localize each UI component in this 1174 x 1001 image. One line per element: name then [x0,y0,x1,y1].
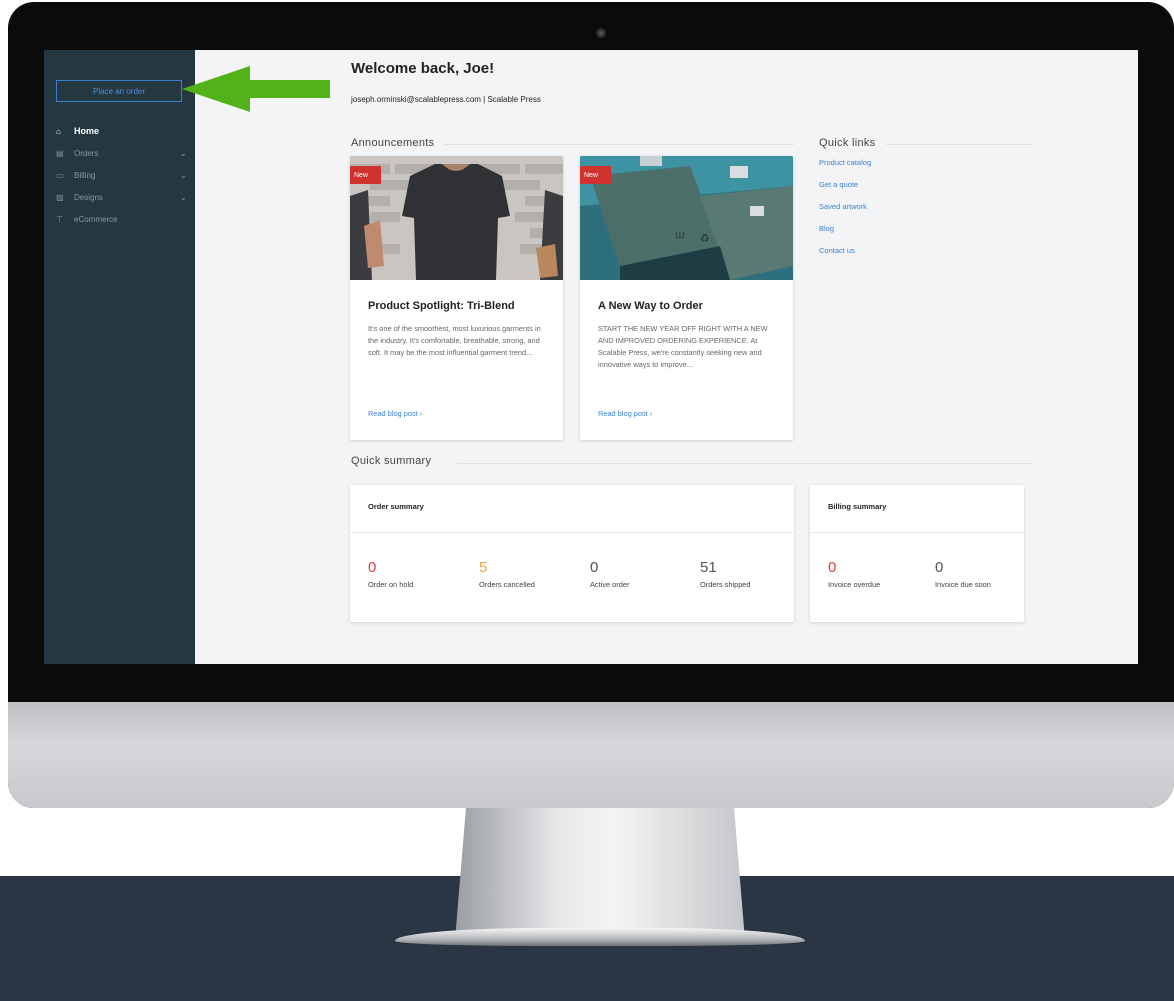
stat-invoice-due-soon[interactable]: 0 Invoice due soon [935,559,991,589]
billing-summary-card: Billing summary 0 Invoice overdue 0 Invo… [810,485,1024,622]
quick-link-product-catalog[interactable]: Product catalog [819,158,1019,180]
section-divider [457,463,1033,464]
quick-links-list: Product catalog Get a quote Saved artwor… [819,158,1019,268]
stat-label: Order on hold [368,580,414,589]
announcement-card[interactable]: New Product Spotlight: Tri-Blend It's on… [350,156,563,440]
card-title: Product Spotlight: Tri-Blend [368,300,515,312]
order-summary-heading: Order summary [368,502,424,511]
sidebar: Place an order ⌂ Home ▤ Orders ⌄ ▭ Billi… [44,50,195,664]
cart-icon: ⊤ [56,214,63,224]
card-excerpt: START THE NEW YEAR OFF RIGHT WITH A NEW … [598,324,768,369]
announcement-card[interactable]: ♻ Ш New A New Way to Order START THE NEW… [580,156,793,440]
stat-value: 0 [935,559,944,576]
place-order-button[interactable]: Place an order [56,80,182,102]
quick-link-blog[interactable]: Blog [819,224,1019,246]
account-line: joseph.orminski@scalablepress.com | Scal… [351,95,541,104]
sidebar-item-home[interactable]: ⌂ Home [56,120,190,142]
stat-value: 0 [368,559,377,576]
stat-orders-cancelled[interactable]: 5 Orders cancelled [479,559,535,589]
read-blog-link[interactable]: Read blog post › [598,409,652,418]
announcements-heading: Announcements [351,137,435,149]
screen: Place an order ⌂ Home ▤ Orders ⌄ ▭ Billi… [44,50,1138,664]
sidebar-item-ecommerce[interactable]: ⊤ eCommerce [56,208,190,230]
stat-value: 51 [700,559,717,576]
stat-label: Orders shipped [700,580,751,589]
stat-active-order[interactable]: 0 Active order [590,559,629,589]
stat-value: 0 [590,559,599,576]
order-summary-card: Order summary 0 Order on hold 5 Orders c… [350,485,794,622]
card-excerpt: It's one of the smoothest, most luxuriou… [368,324,541,357]
sidebar-item-designs[interactable]: ▨ Designs ⌄ [56,186,190,208]
new-badge: New [580,166,611,184]
stat-label: Active order [590,580,630,589]
monitor-stand [455,800,745,940]
section-divider [886,144,1033,145]
card-divider [350,532,794,533]
home-icon: ⌂ [56,126,61,136]
stat-value: 5 [479,559,488,576]
monitor: Place an order ⌂ Home ▤ Orders ⌄ ▭ Billi… [8,2,1174,808]
quick-link-contact[interactable]: Contact us [819,246,1019,268]
chevron-down-icon[interactable]: ⌄ [180,193,190,202]
sidebar-item-label: Billing [74,170,96,180]
stat-invoice-overdue[interactable]: 0 Invoice overdue [828,559,880,589]
stat-orders-shipped[interactable]: 51 Orders shipped [700,559,751,589]
monitor-chin [8,702,1174,808]
sidebar-item-label: Home [74,126,100,136]
stat-order-on-hold[interactable]: 0 Order on hold [368,559,413,589]
sidebar-nav: ⌂ Home ▤ Orders ⌄ ▭ Billing ⌄ ▨ Designs … [56,120,190,230]
quick-link-get-quote[interactable]: Get a quote [819,180,1019,202]
sidebar-item-label: eCommerce [74,214,118,224]
stat-label: Invoice overdue [828,580,881,589]
svg-text:Ш: Ш [675,231,685,241]
quick-link-saved-artwork[interactable]: Saved artwork [819,202,1019,224]
stat-value: 0 [828,559,837,576]
sidebar-item-label: Designs [74,192,103,202]
orders-icon: ▤ [56,148,64,158]
sidebar-item-billing[interactable]: ▭ Billing ⌄ [56,164,190,186]
designs-icon: ▨ [56,192,64,202]
billing-summary-heading: Billing summary [828,502,887,511]
boxes-photo: ♻ Ш [580,156,793,280]
quick-links-heading: Quick links [819,137,876,149]
chevron-down-icon[interactable]: ⌄ [180,149,190,158]
stat-label: Orders cancelled [479,580,535,589]
card-title: A New Way to Order [598,300,703,312]
section-divider [444,144,794,145]
camera-icon [596,28,606,38]
new-badge: New [350,166,381,184]
svg-text:♻: ♻ [700,232,710,245]
monitor-base [395,928,805,946]
stat-label: Invoice due soon [935,580,991,589]
quick-summary-heading: Quick summary [351,455,432,467]
chevron-down-icon[interactable]: ⌄ [180,171,190,180]
sidebar-item-orders[interactable]: ▤ Orders ⌄ [56,142,190,164]
card-divider [810,532,1024,533]
arrow-left-icon [182,66,330,112]
read-blog-link[interactable]: Read blog post › [368,409,422,418]
sidebar-item-label: Orders [74,148,99,158]
billing-icon: ▭ [56,170,64,180]
page-title: Welcome back, Joe! [351,60,495,77]
tshirt-photo [350,156,563,280]
